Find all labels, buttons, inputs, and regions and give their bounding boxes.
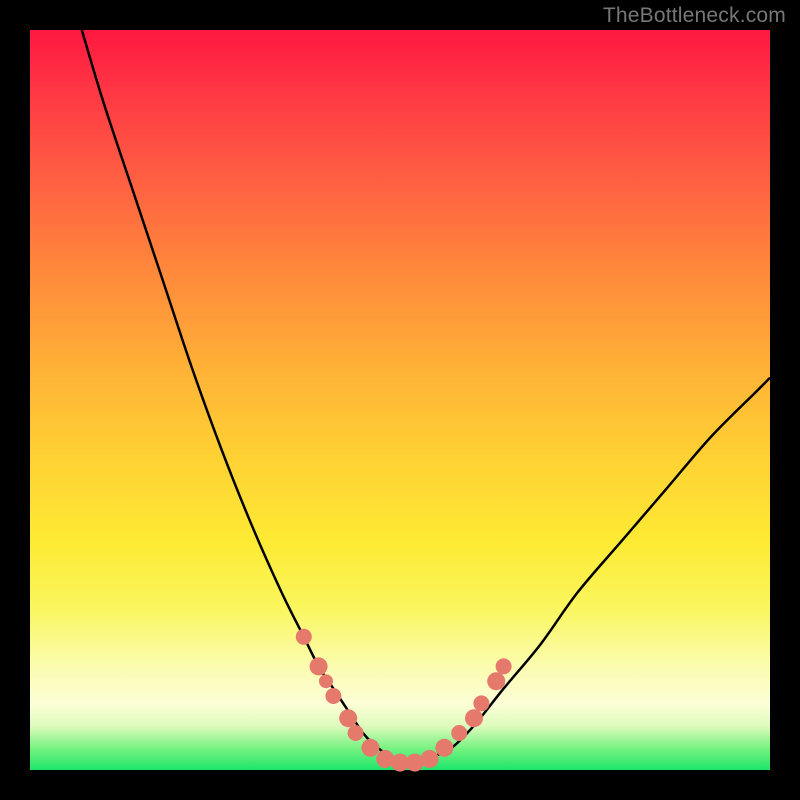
marker-point bbox=[348, 725, 364, 741]
marker-point bbox=[435, 739, 453, 757]
marker-point bbox=[296, 629, 312, 645]
marker-point bbox=[473, 695, 489, 711]
marker-point bbox=[421, 750, 439, 768]
marker-point bbox=[325, 688, 341, 704]
watermark-text: TheBottleneck.com bbox=[603, 4, 786, 28]
chart-svg bbox=[30, 30, 770, 770]
marker-point bbox=[310, 657, 328, 675]
marker-group bbox=[296, 629, 512, 772]
chart-plot-area bbox=[30, 30, 770, 770]
bottleneck-curve bbox=[82, 30, 770, 764]
marker-point bbox=[319, 674, 333, 688]
marker-point bbox=[339, 709, 357, 727]
marker-point bbox=[451, 725, 467, 741]
marker-point bbox=[496, 658, 512, 674]
marker-point bbox=[487, 672, 505, 690]
marker-point bbox=[465, 709, 483, 727]
marker-point bbox=[361, 739, 379, 757]
